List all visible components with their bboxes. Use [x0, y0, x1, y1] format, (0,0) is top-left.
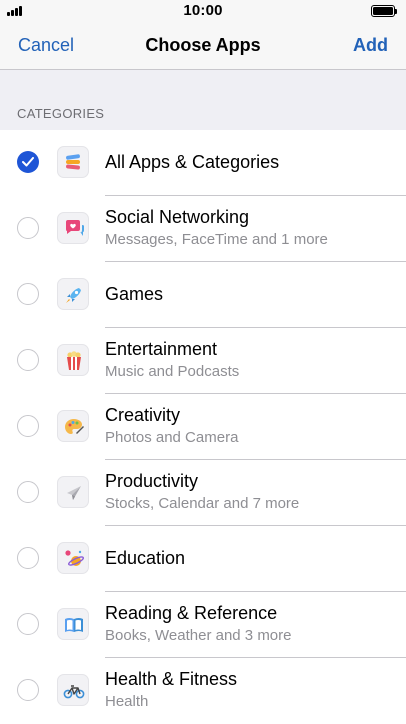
category-title: All Apps & Categories — [105, 152, 280, 172]
category-title: Productivity — [105, 471, 199, 491]
palette-icon — [57, 410, 89, 442]
category-subtitle: Photos and Camera — [105, 429, 239, 446]
paper-plane-icon — [57, 476, 89, 508]
navigation-bar: Cancel Choose Apps Add — [0, 22, 406, 70]
status-bar: 10:00 — [0, 0, 406, 22]
popcorn-icon — [57, 344, 89, 376]
checkmark-icon — [22, 157, 34, 167]
chat-bubble-heart-icon — [57, 212, 89, 244]
open-book-icon — [57, 608, 89, 640]
category-row-education[interactable]: Education — [0, 526, 406, 592]
add-button[interactable]: Add — [353, 35, 388, 56]
category-row-social-networking[interactable]: Social Networking Messages, FaceTime and… — [0, 196, 406, 262]
category-list: All Apps & Categories Social Networking … — [0, 130, 406, 724]
category-subtitle: Health — [105, 693, 149, 710]
rocket-icon — [57, 278, 89, 310]
category-title: Games — [105, 284, 164, 304]
stack-icon — [57, 146, 89, 178]
status-time: 10:00 — [183, 2, 223, 19]
section-header: CATEGORIES — [17, 106, 105, 121]
category-row-creativity[interactable]: Creativity Photos and Camera — [0, 394, 406, 460]
planet-icon — [57, 542, 89, 574]
category-row-all-apps[interactable]: All Apps & Categories — [0, 130, 406, 196]
category-title: Education — [105, 548, 186, 568]
selection-radio[interactable] — [17, 679, 39, 701]
category-title: Creativity — [105, 405, 181, 425]
selection-radio[interactable] — [17, 415, 39, 437]
bicycle-icon — [57, 674, 89, 706]
section-header-area: CATEGORIES — [0, 70, 406, 130]
selection-radio[interactable] — [17, 217, 39, 239]
selection-radio[interactable] — [17, 283, 39, 305]
category-title: Reading & Reference — [105, 603, 278, 623]
page-title: Choose Apps — [145, 35, 261, 55]
category-subtitle: Stocks, Calendar and 7 more — [105, 495, 300, 512]
selection-radio[interactable] — [17, 481, 39, 503]
selection-radio[interactable] — [17, 349, 39, 371]
category-row-reading-reference[interactable]: Reading & Reference Books, Weather and 3… — [0, 592, 406, 658]
selection-radio[interactable] — [17, 547, 39, 569]
category-title: Social Networking — [105, 207, 250, 227]
category-title: Entertainment — [105, 339, 218, 359]
selection-radio[interactable] — [17, 151, 39, 173]
category-row-health-fitness[interactable]: Health & Fitness Health — [0, 658, 406, 724]
category-row-productivity[interactable]: Productivity Stocks, Calendar and 7 more — [0, 460, 406, 526]
battery-full-icon — [371, 5, 397, 17]
category-subtitle: Music and Podcasts — [105, 363, 240, 380]
category-row-games[interactable]: Games — [0, 262, 406, 328]
category-subtitle: Messages, FaceTime and 1 more — [105, 231, 328, 248]
category-row-entertainment[interactable]: Entertainment Music and Podcasts — [0, 328, 406, 394]
category-title: Health & Fitness — [105, 669, 238, 689]
selection-radio[interactable] — [17, 613, 39, 635]
category-subtitle: Books, Weather and 3 more — [105, 627, 292, 644]
